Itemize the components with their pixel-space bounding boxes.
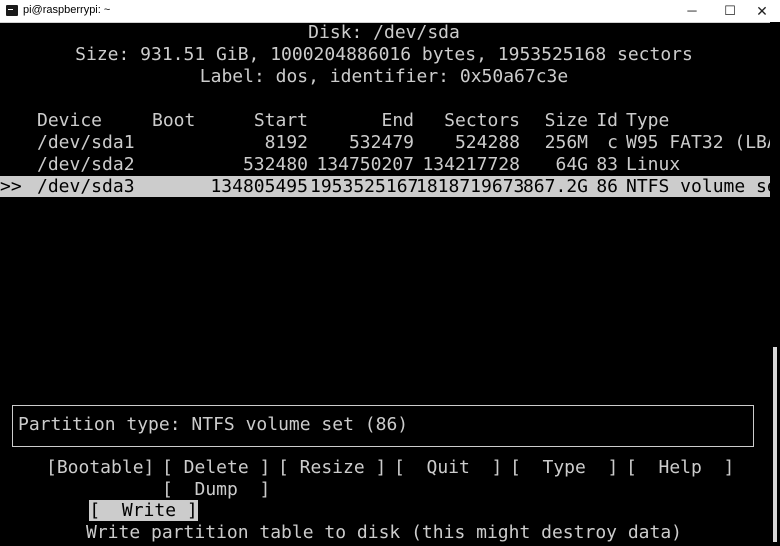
terminal-icon — [6, 5, 18, 16]
row-type: Linux — [626, 154, 681, 175]
row-device: /dev/sda1 — [37, 132, 135, 153]
close-button[interactable]: ✕ — [740, 0, 780, 22]
status-line: Write partition table to disk (this migh… — [85, 522, 683, 543]
row-sectors: 134217728 — [422, 154, 520, 175]
partition-type-text: Partition type: NTFS volume set (86) — [18, 414, 409, 435]
row-device: /dev/sda2 — [37, 154, 135, 175]
col-device: Device — [37, 110, 103, 131]
col-id: Id — [596, 110, 618, 131]
row-size: 64G — [555, 154, 588, 175]
row-end: 532479 — [348, 132, 414, 153]
disk-size: Size: 931.51 GiB, 1000204886016 bytes, 1… — [75, 44, 693, 65]
dump-button[interactable]: [ Dump ] — [162, 479, 270, 500]
help-button[interactable]: [ Help ] — [626, 457, 734, 478]
delete-button[interactable]: [ Delete ] — [162, 457, 270, 478]
row-size: 256M — [544, 132, 588, 153]
row-id: 86 — [596, 176, 618, 197]
window-titlebar: pi@raspberrypi: ~ ─ ☐ ✕ — [0, 0, 780, 23]
table-row-selected[interactable]: >> /dev/sda3 134805495 1953525167 181871… — [0, 176, 780, 197]
row-size: 867.2G — [522, 176, 588, 197]
row-start: 532480 — [242, 154, 308, 175]
col-type: Type — [626, 110, 670, 131]
type-button[interactable]: [ Type ] — [510, 457, 618, 478]
row-type: NTFS volume set — [626, 176, 780, 197]
row-start: 8192 — [264, 132, 308, 153]
row-sectors: 524288 — [454, 132, 520, 153]
col-start: Start — [253, 110, 308, 131]
row-start: 134805495 — [210, 176, 308, 197]
write-button[interactable]: [ Write ] — [89, 500, 198, 521]
row-device: /dev/sda3 — [37, 176, 135, 197]
selection-marker: >> — [0, 176, 22, 197]
row-end: 1953525167 — [310, 176, 419, 197]
row-id: c — [607, 132, 618, 153]
disk-name: Disk: /dev/sda — [308, 22, 460, 43]
disk-label: Label: dos, identifier: 0x50a67c3e — [199, 66, 569, 87]
col-boot: Boot — [152, 110, 196, 131]
row-sectors: 1818719673 — [416, 176, 525, 197]
row-end: 134750207 — [316, 154, 414, 175]
terminal-screen[interactable]: Disk: /dev/sda Size: 931.51 GiB, 1000204… — [0, 22, 780, 546]
col-end: End — [381, 110, 414, 131]
scrollbar-thumb[interactable] — [773, 347, 777, 542]
bootable-button[interactable]: [Bootable] — [46, 457, 154, 478]
scrollbar[interactable] — [770, 22, 780, 546]
row-type: W95 FAT32 (LBA) — [626, 132, 780, 153]
quit-button[interactable]: [ Quit ] — [394, 457, 502, 478]
window-title: pi@raspberrypi: ~ — [23, 4, 111, 16]
col-sectors: Sectors — [444, 110, 520, 131]
col-size: Size — [544, 110, 588, 131]
resize-button[interactable]: [ Resize ] — [278, 457, 386, 478]
row-id: 83 — [596, 154, 618, 175]
partition-info-box: Partition type: NTFS volume set (86) — [12, 405, 754, 447]
